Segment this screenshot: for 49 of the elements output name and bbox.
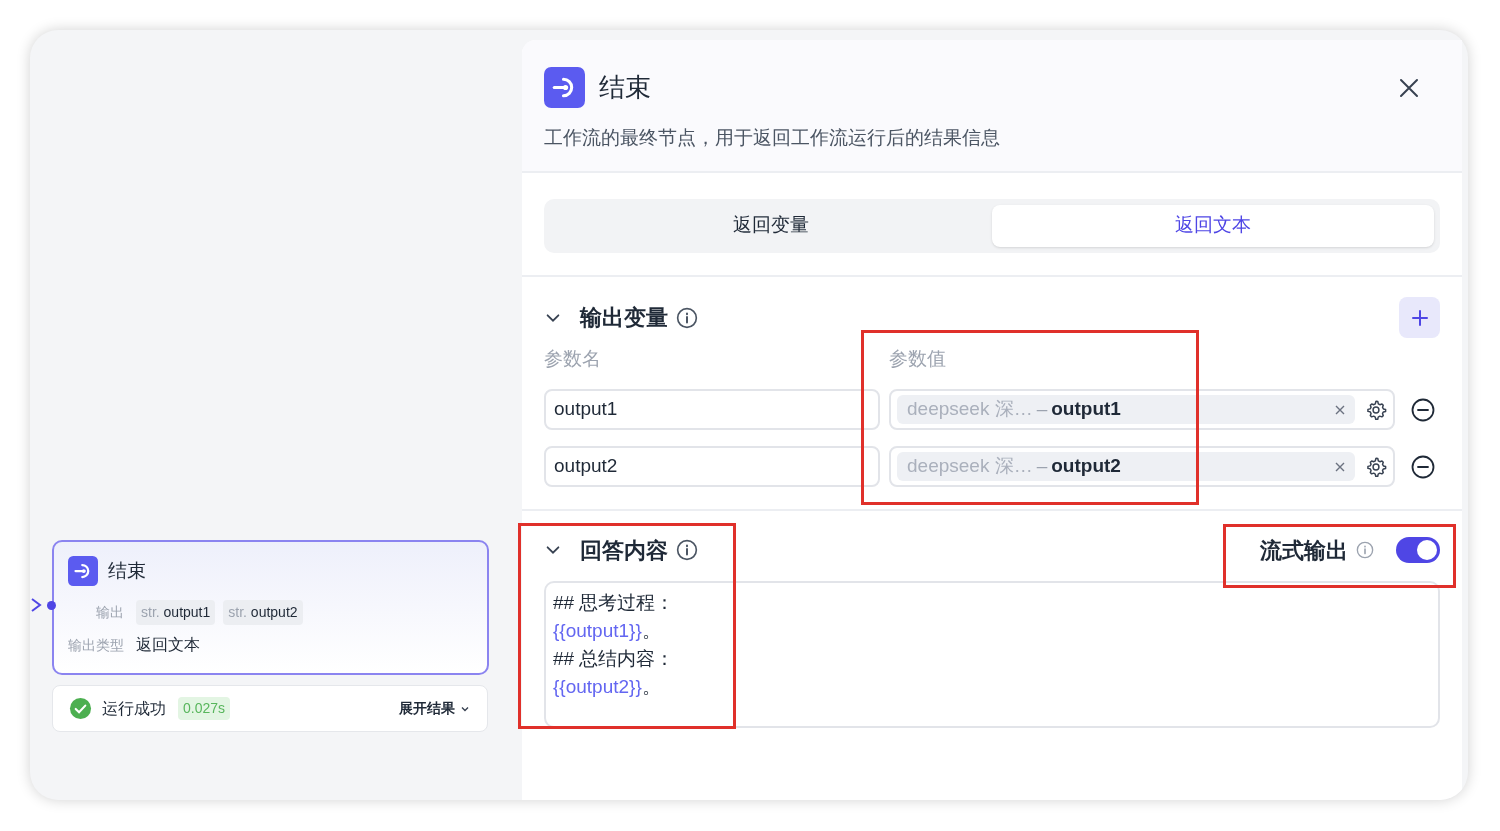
status-text: 运行成功 bbox=[102, 698, 166, 719]
column-header: 参数值 bbox=[889, 346, 946, 371]
clear-icon[interactable] bbox=[1335, 404, 1345, 415]
parameter-name-field[interactable]: output2 bbox=[544, 446, 880, 487]
remove-button[interactable] bbox=[1411, 454, 1435, 479]
info-icon[interactable] bbox=[676, 539, 698, 561]
node-title: 结束 bbox=[108, 558, 146, 583]
tab[interactable]: 返回文本 bbox=[992, 204, 1434, 247]
exit-icon bbox=[544, 67, 585, 108]
text-line: ## 思考过程： bbox=[553, 591, 676, 615]
streaming-toggle[interactable] bbox=[1396, 537, 1440, 563]
node-card[interactable]: 结束 输出 str. output1 str. output2 输出类型 返回文本 bbox=[52, 540, 489, 675]
exit-icon bbox=[68, 556, 98, 586]
section-title: 输出变量 bbox=[580, 304, 668, 332]
input-port[interactable] bbox=[47, 601, 56, 610]
panel-title: 结束 bbox=[599, 71, 651, 104]
add-button[interactable] bbox=[1399, 297, 1440, 338]
parameter-value-field[interactable]: deepseek 深… – output2 bbox=[889, 446, 1395, 487]
text-line: {{output2}}。 bbox=[553, 675, 662, 699]
remove-button[interactable] bbox=[1411, 397, 1435, 422]
expand-results-button[interactable]: 展开结果 bbox=[399, 698, 471, 719]
toggle-label: 流式输出 bbox=[1260, 536, 1348, 565]
tab[interactable]: 返回变量 bbox=[550, 204, 992, 247]
section-title: 回答内容 bbox=[580, 536, 668, 565]
check-circle-icon bbox=[69, 697, 92, 720]
output-tag: str. output1 bbox=[136, 600, 216, 625]
field-label: 输出类型 bbox=[68, 635, 124, 655]
answer-text-area[interactable]: ## 思考过程： {{output1}}。 ## 总结内容： {{output2}}。 bbox=[544, 581, 1440, 728]
panel-description: 工作流的最终节点，用于返回工作流运行后的结果信息 bbox=[544, 126, 1001, 150]
text-line: {{output1}}。 bbox=[553, 619, 662, 643]
variable-reference-chip: deepseek 深… – output2 bbox=[897, 452, 1355, 481]
output-tag: str. output2 bbox=[223, 600, 303, 625]
parameter-name-field[interactable]: output1 bbox=[544, 389, 880, 430]
field-value: 返回文本 bbox=[136, 635, 200, 655]
minus-circle-icon bbox=[1411, 397, 1435, 422]
field-label: 输出 bbox=[96, 603, 124, 622]
duration-badge: 0.027s bbox=[178, 697, 231, 720]
parameter-value-field[interactable]: deepseek 深… – output1 bbox=[889, 389, 1395, 430]
close-button[interactable] bbox=[1398, 76, 1420, 99]
column-header: 参数名 bbox=[544, 346, 602, 371]
info-icon[interactable] bbox=[676, 306, 698, 329]
clear-icon[interactable] bbox=[1335, 461, 1345, 472]
minus-circle-icon bbox=[1411, 454, 1435, 479]
settings-icon[interactable] bbox=[1365, 455, 1387, 478]
settings-icon[interactable] bbox=[1365, 398, 1387, 421]
close-icon bbox=[1398, 76, 1420, 99]
variable-reference-chip: deepseek 深… – output1 bbox=[897, 395, 1355, 424]
text-line: ## 总结内容： bbox=[553, 647, 676, 671]
plus-icon bbox=[1410, 308, 1429, 327]
